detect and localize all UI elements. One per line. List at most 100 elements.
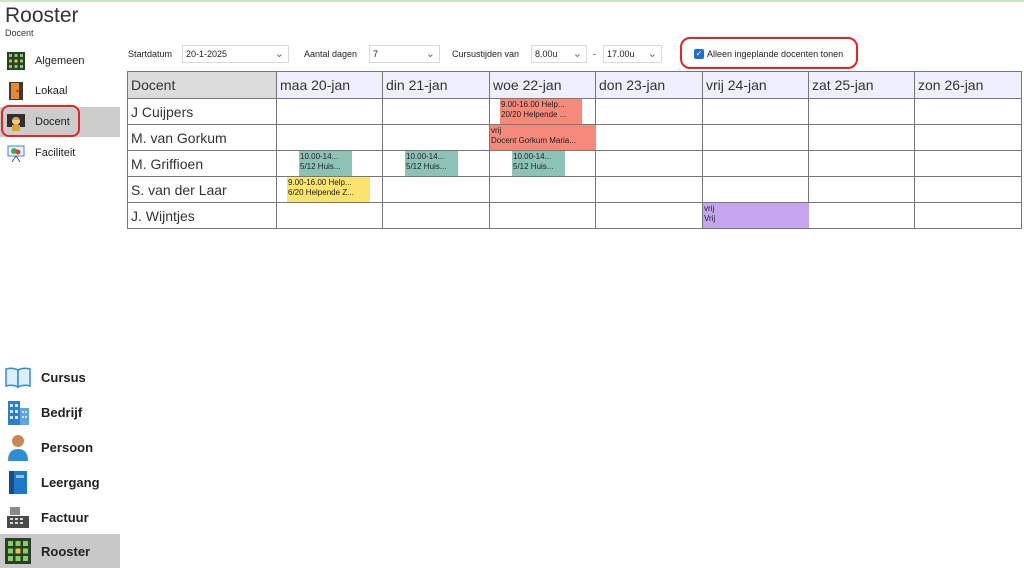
time-to-value: 17.00u — [607, 49, 635, 59]
module-persoon[interactable]: Persoon — [0, 430, 120, 464]
sidebar-item-faciliteit[interactable]: Faciliteit — [0, 138, 120, 168]
day-cell[interactable]: 10.00-14... 5/12 Huis... — [489, 150, 596, 177]
module-label: Bedrijf — [41, 404, 83, 420]
column-header-day[interactable]: don 23-jan — [595, 71, 703, 99]
startdatum-field[interactable]: 20-1-2025 ⌄ — [182, 45, 289, 63]
table-row: M. Griffioen 10.00-14... 5/12 Huis... 10… — [127, 150, 1022, 177]
time-to-select[interactable]: 17.00u ⌄ — [603, 45, 662, 63]
module-label: Leergang — [41, 474, 100, 490]
module-label: Persoon — [41, 439, 94, 455]
day-cell[interactable] — [382, 98, 490, 125]
time-separator: - — [593, 49, 596, 59]
day-cell[interactable] — [276, 124, 383, 151]
day-cell[interactable] — [382, 202, 490, 229]
time-from-select[interactable]: 8.00u ⌄ — [531, 45, 587, 63]
day-cell[interactable] — [595, 176, 703, 203]
docent-name[interactable]: M. van Gorkum — [127, 124, 277, 151]
docent-name[interactable]: J. Wijntjes — [127, 202, 277, 229]
sidebar-item-lokaal[interactable]: Lokaal — [0, 76, 120, 106]
day-cell[interactable]: 9.00-16.00 Help... 20/20 Helpende ... — [489, 98, 596, 125]
schedule-event[interactable]: 10.00-14... 5/12 Huis... — [512, 151, 565, 176]
day-cell[interactable] — [808, 98, 915, 125]
schedule-event[interactable]: vrij Vrij — [703, 203, 809, 228]
startdatum-value: 20-1-2025 — [186, 49, 228, 59]
docent-name[interactable]: M. Griffioen — [127, 150, 277, 177]
day-cell[interactable]: 9.00-16.00 Help... 6/20 Helpende Z... — [276, 176, 383, 203]
module-leergang[interactable]: Leergang — [0, 465, 120, 499]
day-cell[interactable] — [595, 150, 703, 177]
module-cursus[interactable]: Cursus — [0, 360, 120, 394]
day-cell[interactable] — [808, 202, 915, 229]
day-cell[interactable] — [276, 202, 383, 229]
projector-icon — [6, 143, 26, 163]
event-line: Docent Gorkum Maria... — [491, 136, 576, 145]
day-cell[interactable] — [595, 202, 703, 229]
day-cell[interactable] — [382, 124, 490, 151]
column-header-day[interactable]: zon 26-jan — [914, 71, 1022, 99]
event-line: 5/12 Huis... — [513, 162, 554, 171]
only-planned-checkbox[interactable]: ✓ — [694, 49, 704, 59]
person-icon — [4, 433, 32, 461]
grid-header-row: Docent maa 20-jan din 21-jan woe 22-jan … — [127, 71, 1022, 99]
day-cell[interactable]: vrij Docent Gorkum Maria... — [489, 124, 596, 151]
schedule-event[interactable]: 9.00-16.00 Help... 6/20 Helpende Z... — [287, 177, 370, 202]
module-label: Cursus — [41, 369, 86, 385]
docent-highlight-ring — [1, 105, 80, 137]
day-cell[interactable] — [914, 202, 1022, 229]
sidebar-item-label: Lokaal — [35, 85, 68, 97]
page-subtitle: Docent — [5, 28, 34, 38]
event-line: Vrij — [704, 214, 716, 223]
page-title: Rooster — [5, 4, 79, 27]
day-cell[interactable]: 10.00-14... 5/12 Huis... — [382, 150, 490, 177]
column-header-day[interactable]: vrij 24-jan — [702, 71, 809, 99]
aantal-dagen-select[interactable]: 7 ⌄ — [369, 45, 440, 63]
docent-name[interactable]: S. van der Laar — [127, 176, 277, 203]
day-cell[interactable] — [595, 124, 703, 151]
day-cell[interactable] — [489, 202, 596, 229]
day-cell[interactable] — [914, 176, 1022, 203]
column-header-day[interactable]: woe 22-jan — [489, 71, 596, 99]
module-rooster[interactable]: Rooster — [0, 534, 120, 568]
day-cell[interactable] — [702, 150, 809, 177]
aantal-dagen-label: Aantal dagen — [304, 49, 358, 59]
schedule-event[interactable]: vrij Docent Gorkum Maria... — [490, 125, 596, 150]
chevron-down-icon: ⌄ — [274, 48, 284, 60]
day-cell[interactable] — [808, 124, 915, 151]
day-cell[interactable] — [702, 98, 809, 125]
day-cell[interactable] — [382, 176, 490, 203]
day-cell[interactable] — [595, 98, 703, 125]
day-cell[interactable]: vrij Vrij — [702, 202, 809, 229]
day-cell[interactable] — [808, 176, 915, 203]
cash-register-icon — [4, 503, 32, 531]
schedule-event[interactable]: 9.00-16.00 Help... 20/20 Helpende ... — [500, 99, 582, 124]
day-cell[interactable] — [702, 176, 809, 203]
day-cell[interactable] — [914, 98, 1022, 125]
module-factuur[interactable]: Factuur — [0, 500, 120, 534]
event-line: 10.00-14... — [513, 152, 552, 161]
module-bedrijf[interactable]: Bedrijf — [0, 395, 120, 429]
column-header-day[interactable]: zat 25-jan — [808, 71, 915, 99]
chevron-down-icon: ⌄ — [425, 48, 435, 60]
column-header-day[interactable]: din 21-jan — [382, 71, 490, 99]
day-cell[interactable] — [914, 124, 1022, 151]
schedule-event[interactable]: 10.00-14... 5/12 Huis... — [405, 151, 458, 176]
door-icon — [6, 81, 26, 101]
chevron-down-icon: ⌄ — [647, 48, 657, 60]
docent-name[interactable]: J Cuijpers — [127, 98, 277, 125]
day-cell[interactable] — [808, 150, 915, 177]
startdatum-label: Startdatum — [128, 49, 173, 59]
column-header-docent[interactable]: Docent — [127, 71, 277, 99]
day-cell[interactable] — [276, 98, 383, 125]
book-icon — [4, 363, 32, 391]
event-line: 5/12 Huis... — [300, 162, 341, 171]
time-from-value: 8.00u — [535, 49, 558, 59]
column-header-day[interactable]: maa 20-jan — [276, 71, 383, 99]
schedule-event[interactable]: 10.00-14... 5/12 Huis... — [299, 151, 352, 176]
only-planned-label[interactable]: Alleen ingeplande docenten tonen — [707, 49, 843, 59]
module-label: Rooster — [41, 543, 91, 559]
day-cell[interactable] — [914, 150, 1022, 177]
day-cell[interactable] — [702, 124, 809, 151]
day-cell[interactable] — [489, 176, 596, 203]
day-cell[interactable]: 10.00-14... 5/12 Huis... — [276, 150, 383, 177]
sidebar-item-algemeen[interactable]: Algemeen — [0, 46, 120, 76]
